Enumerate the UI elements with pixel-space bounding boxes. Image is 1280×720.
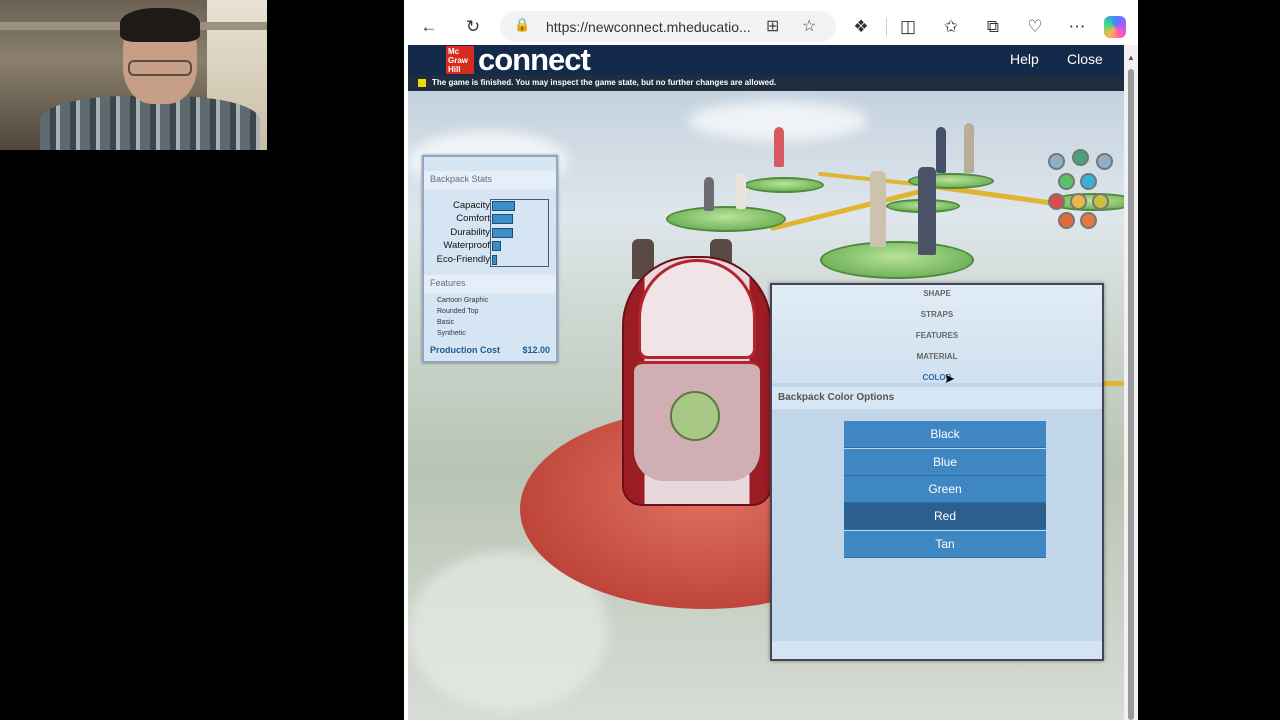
page-scrollbar[interactable]: ▲ xyxy=(1124,45,1138,720)
production-cost-label: Production Cost xyxy=(430,345,500,355)
menu-shape[interactable]: SHAPE xyxy=(772,289,1102,298)
address-bar[interactable]: 🔒 https://newconnect.mheducatio... ⊞ ☆ xyxy=(500,11,836,42)
navigation-wheel[interactable] xyxy=(1048,149,1118,229)
menu-straps[interactable]: STRAPS xyxy=(772,310,1102,319)
copilot-icon[interactable] xyxy=(1104,16,1126,38)
stat-comfort-bar xyxy=(492,214,513,224)
feature-item: Cartoon Graphic xyxy=(437,297,489,304)
app-grid-icon[interactable]: ⊞ xyxy=(766,16,779,36)
menu-features[interactable]: FEATURES xyxy=(772,331,1102,340)
lock-icon[interactable]: 🔒 xyxy=(514,17,530,33)
scroll-up-icon[interactable]: ▲ xyxy=(1127,53,1135,62)
stat-capacity: Capacity xyxy=(428,199,552,213)
color-blue-button[interactable]: Blue xyxy=(844,449,1046,476)
connect-logo: connect xyxy=(478,45,591,77)
color-green-button[interactable]: Green xyxy=(844,476,1046,503)
cartoon-graphic-icon xyxy=(670,391,720,441)
connect-app: Mc Graw Hill connect Help Close The game… xyxy=(408,45,1124,720)
health-icon[interactable]: ♡ xyxy=(1024,16,1046,38)
menu-material[interactable]: MATERIAL xyxy=(772,352,1102,361)
feature-item: Synthetic xyxy=(437,330,466,337)
url-text[interactable]: https://newconnect.mheducatio... xyxy=(546,19,751,35)
favorite-star-icon[interactable]: ☆ xyxy=(802,16,816,36)
favorites-icon[interactable]: ✩ xyxy=(940,16,962,38)
menu-color[interactable]: COLOR xyxy=(772,373,1102,382)
color-options-title: Backpack Color Options xyxy=(778,392,895,403)
color-red-button[interactable]: Red xyxy=(844,503,1046,530)
back-arrow-icon[interactable]: ← xyxy=(418,16,440,38)
game-status-notice: The game is finished. You may inspect th… xyxy=(408,75,1124,91)
stat-comfort: Comfort xyxy=(428,212,552,226)
design-panel: SHAPE STRAPS FEATURES MATERIAL COLOR Bac… xyxy=(770,283,1104,661)
scrollbar-thumb[interactable] xyxy=(1128,69,1134,720)
stat-eco-friendly-bar xyxy=(492,255,497,265)
feature-item: Rounded Top xyxy=(437,308,479,315)
design-menu: SHAPE STRAPS FEATURES MATERIAL COLOR xyxy=(772,285,1102,383)
stat-waterproof-bar xyxy=(492,241,501,251)
browser-toolbar: ← ↻ 🔒 https://newconnect.mheducatio... ⊞… xyxy=(404,8,1138,46)
color-tan-button[interactable]: Tan xyxy=(844,531,1046,558)
backpack-stats-panel: Backpack Stats Capacity Comfort Durabili… xyxy=(422,155,558,363)
stat-durability: Durability xyxy=(428,226,552,240)
stat-waterproof: Waterproof xyxy=(428,239,552,253)
extensions-icon[interactable]: ❖ xyxy=(850,16,872,38)
webcam-overlay xyxy=(0,0,267,150)
close-link[interactable]: Close xyxy=(1067,51,1103,67)
mouse-pointer-icon: ➤ xyxy=(944,371,955,386)
stat-durability-bar xyxy=(492,228,513,238)
color-black-button[interactable]: Black xyxy=(844,421,1046,448)
app-header: Mc Graw Hill connect Help Close xyxy=(408,45,1124,77)
help-link[interactable]: Help xyxy=(1010,51,1039,67)
more-menu-icon[interactable]: ⋯ xyxy=(1066,16,1088,38)
stat-capacity-bar xyxy=(492,201,515,211)
notice-marker-icon xyxy=(418,79,426,87)
stat-eco-friendly: Eco-Friendly xyxy=(428,253,552,267)
refresh-icon[interactable]: ↻ xyxy=(462,16,484,38)
notice-text: The game is finished. You may inspect th… xyxy=(432,78,777,87)
features-title: Features xyxy=(430,278,466,288)
production-cost-value: $12.00 xyxy=(522,345,550,355)
color-options-header: Backpack Color Options xyxy=(772,387,1102,409)
split-screen-icon[interactable]: ◫ xyxy=(897,16,919,38)
browser-window: ← ↻ 🔒 https://newconnect.mheducatio... ⊞… xyxy=(404,0,1138,720)
mcgraw-hill-logo: Mc Graw Hill xyxy=(446,46,474,74)
stats-title: Backpack Stats xyxy=(430,174,493,184)
collections-icon[interactable]: ⧉ xyxy=(982,16,1004,38)
feature-item: Basic xyxy=(437,319,455,326)
